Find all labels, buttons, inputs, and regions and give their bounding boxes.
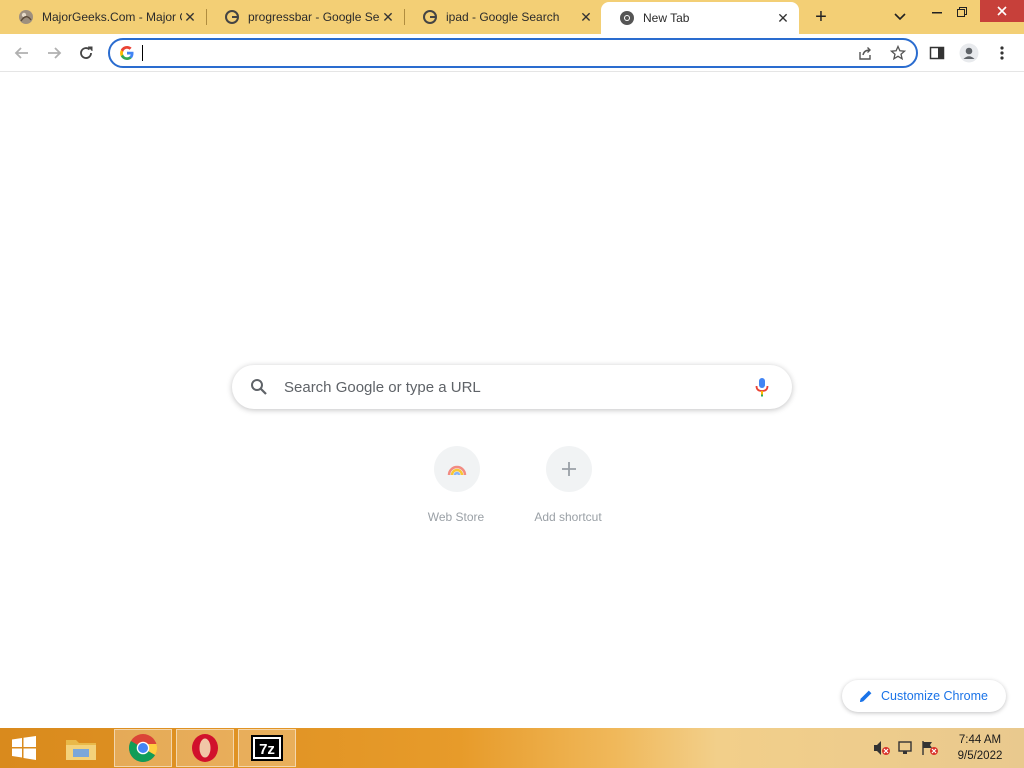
tab-progressbar[interactable]: progressbar - Google Search ✕ (206, 0, 404, 34)
text-cursor (142, 45, 143, 61)
google-icon (422, 9, 438, 25)
back-icon[interactable] (8, 39, 36, 67)
tab-title: MajorGeeks.Com - Major Geeks (42, 10, 182, 24)
plus-icon (546, 446, 592, 492)
tab-search-chevron-icon[interactable] (884, 5, 916, 29)
close-tab-icon[interactable]: ✕ (775, 10, 791, 26)
clock-date: 9/5/2022 (957, 750, 1003, 762)
shortcut-web-store[interactable]: Web Store (406, 442, 506, 542)
tab-majorgeeks[interactable]: MajorGeeks.Com - Major Geeks ✕ (0, 0, 206, 34)
close-tab-icon[interactable]: ✕ (182, 9, 198, 25)
clock-time: 7:44 AM (958, 734, 1002, 746)
pencil-icon (858, 688, 874, 704)
new-tab-button[interactable]: + (806, 5, 836, 29)
close-window-icon[interactable] (980, 0, 1024, 22)
tab-new-tab[interactable]: New Tab ✕ (601, 2, 799, 34)
network-icon[interactable] (896, 738, 916, 758)
tab-title: ipad - Google Search (446, 10, 560, 24)
taskbar-clock[interactable]: 7:44 AM 9/5/2022 (948, 732, 1012, 764)
share-icon[interactable] (856, 43, 876, 63)
omnibox[interactable] (108, 38, 918, 68)
forward-icon[interactable] (40, 39, 68, 67)
opera-icon[interactable] (176, 729, 234, 767)
chrome-icon (619, 10, 635, 26)
web-store-icon (434, 446, 480, 492)
svg-text:7z: 7z (259, 741, 275, 758)
7zip-icon[interactable]: 7z (238, 729, 296, 767)
customize-label: Customize Chrome (881, 689, 988, 703)
majorgeeks-icon (18, 9, 34, 25)
shortcut-label: Web Store (427, 510, 485, 524)
tab-title: progressbar - Google Search (248, 10, 380, 24)
windows-start-icon[interactable] (0, 729, 48, 767)
add-shortcut-button[interactable]: Add shortcut (518, 442, 618, 542)
shortcut-label: Add shortcut (534, 510, 602, 524)
tab-strip: MajorGeeks.Com - Major Geeks ✕ progressb… (0, 0, 1024, 34)
google-icon (224, 9, 240, 25)
side-panel-icon[interactable] (923, 39, 951, 67)
file-explorer-icon[interactable] (52, 729, 110, 767)
volume-muted-icon[interactable] (872, 738, 892, 758)
close-tab-icon[interactable]: ✕ (578, 9, 594, 25)
search-icon (250, 378, 268, 396)
tab-title: New Tab (643, 11, 690, 25)
taskbar: 7z (0, 728, 1024, 768)
close-tab-icon[interactable]: ✕ (380, 9, 396, 25)
browser-toolbar (0, 34, 1024, 72)
action-center-flag-icon[interactable] (920, 738, 940, 758)
menu-kebab-icon[interactable] (988, 39, 1016, 67)
reload-icon[interactable] (72, 39, 100, 67)
customize-chrome-button[interactable]: Customize Chrome (842, 680, 1006, 712)
microphone-icon[interactable] (752, 376, 772, 398)
google-g-icon (119, 45, 135, 61)
chrome-taskbar-icon[interactable] (114, 729, 172, 767)
tab-ipad[interactable]: ipad - Google Search ✕ (404, 0, 602, 34)
restore-icon[interactable] (946, 0, 978, 24)
profile-avatar-icon[interactable] (955, 39, 983, 67)
ntp-search-box[interactable]: Search Google or type a URL (232, 365, 792, 409)
search-placeholder: Search Google or type a URL (284, 379, 481, 396)
bookmark-star-icon[interactable] (888, 43, 908, 63)
